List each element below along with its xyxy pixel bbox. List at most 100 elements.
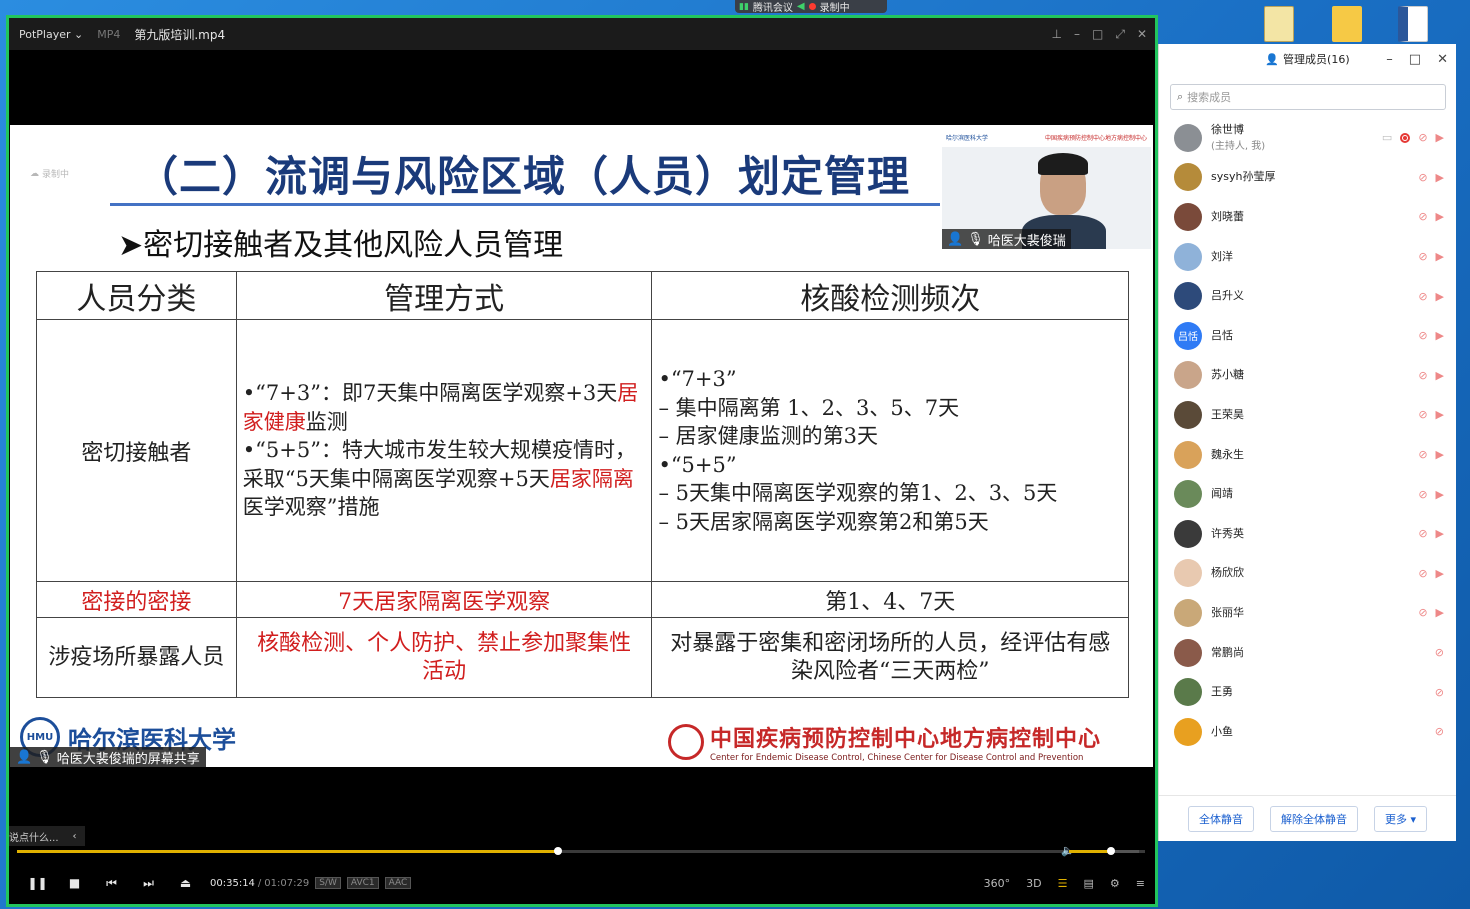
mic-muted-icon[interactable]: ⊘ <box>1418 290 1427 303</box>
member-search-input[interactable]: ⌕ 搜索成员 <box>1170 84 1446 110</box>
player-titlebar[interactable]: PotPlayer ⌄ MP4 第九版培训.mp4 ⊥ – □ ⤢ ✕ <box>9 18 1155 50</box>
mic-muted-icon[interactable]: ⊘ <box>1435 646 1444 659</box>
presenter-video[interactable]: 哈尔滨医科大学 中国疾病预防控制中心地方病控制中心 👤 🎙 哈医大裴俊瑞 <box>940 127 1153 251</box>
mute-all-button[interactable]: 全体静音 <box>1187 805 1254 832</box>
list-item[interactable]: 刘晓蕾 ⊘ ▶ <box>1159 197 1456 237</box>
camera-off-icon[interactable]: ▶ <box>1436 171 1444 184</box>
stop-button[interactable]: ■ <box>56 876 93 890</box>
minimize-button[interactable]: – <box>1074 27 1080 41</box>
player-menu-button[interactable]: PotPlayer ⌄ <box>19 28 83 41</box>
avatar <box>1174 440 1202 469</box>
list-item[interactable]: 魏永生 ⊘ ▶ <box>1159 435 1456 475</box>
audio-codec-badge[interactable]: AAC <box>384 877 412 889</box>
camera-off-icon[interactable]: ▶ <box>1436 488 1444 501</box>
list-item[interactable]: 徐世博 (主持人, 我) ▭ ⊘ ▶ <box>1159 118 1456 158</box>
unmute-all-button[interactable]: 解除全体静音 <box>1269 805 1358 832</box>
cloud-icon: ☁ <box>30 168 39 179</box>
mic-muted-icon[interactable]: ⊘ <box>1418 171 1427 184</box>
list-item[interactable]: 吕升义 ⊘ ▶ <box>1159 276 1456 316</box>
next-button[interactable]: ⏭ <box>130 876 167 891</box>
previous-button[interactable]: ⏮ <box>93 876 130 891</box>
camera-off-icon[interactable]: ▶ <box>1436 290 1444 303</box>
mic-muted-icon[interactable]: ⊘ <box>1418 131 1427 144</box>
mic-muted-icon[interactable]: ⊘ <box>1418 369 1427 382</box>
mic-muted-icon[interactable]: ⊘ <box>1435 686 1444 699</box>
camera-off-icon[interactable]: ▶ <box>1436 131 1444 144</box>
chat-input-tab[interactable]: 说点什么... ‹ <box>9 826 85 846</box>
list-item[interactable]: 常鹏尚 ⊘ <box>1159 633 1456 673</box>
mic-muted-icon[interactable]: ⊘ <box>1418 527 1427 540</box>
pin-icon[interactable]: ⊥ <box>1052 27 1062 41</box>
mic-muted-icon[interactable]: ⊘ <box>1418 488 1427 501</box>
seek-bar[interactable] <box>17 847 1145 855</box>
list-item[interactable]: sysyh孙莹厚 ⊘ ▶ <box>1159 158 1456 198</box>
mic-muted-icon[interactable]: ⊘ <box>1418 408 1427 421</box>
file-icon[interactable] <box>1264 6 1296 44</box>
mic-muted-icon[interactable]: ⊘ <box>1435 725 1444 738</box>
list-item[interactable]: 杨欣欣 ⊘ ▶ <box>1159 554 1456 594</box>
camera-off-icon[interactable]: ▶ <box>1436 210 1444 223</box>
settings-gear-icon[interactable]: ⚙ <box>1110 877 1120 890</box>
maximize-button[interactable]: □ <box>1409 52 1421 67</box>
playback-controls: ❚❚ ■ ⏮ ⏭ ⏏ 00:35:14 / 01:07:29 S/W AVC1 … <box>9 868 1155 898</box>
cdc-footer: 中国疾病预防控制中心地方病控制中心 Center for Endemic Dis… <box>668 721 1101 763</box>
chapter-icon[interactable]: ▤ <box>1084 877 1094 890</box>
playlist-icon[interactable]: ☰ <box>1058 877 1068 890</box>
mic-muted-icon[interactable]: ⊘ <box>1418 210 1427 223</box>
list-item[interactable]: 刘洋 ⊘ ▶ <box>1159 237 1456 277</box>
recording-label: 录制中 <box>819 3 850 14</box>
video-codec-badge[interactable]: AVC1 <box>346 877 379 889</box>
maximize-button[interactable]: □ <box>1092 27 1103 41</box>
camera-off-icon[interactable]: ▶ <box>1436 527 1444 540</box>
potplayer-window[interactable]: PotPlayer ⌄ MP4 第九版培训.mp4 ⊥ – □ ⤢ ✕ ☁ 录制中… <box>6 15 1158 907</box>
row3-category: 涉疫场所暴露人员 <box>36 617 237 698</box>
camera-off-icon[interactable]: ▶ <box>1436 408 1444 421</box>
camera-off-icon[interactable]: ▶ <box>1436 329 1444 342</box>
mic-muted-icon[interactable]: ⊘ <box>1418 250 1427 263</box>
mic-muted-icon[interactable]: ⊘ <box>1418 567 1427 580</box>
pause-button[interactable]: ❚❚ <box>19 876 56 890</box>
members-icon: 👤 <box>1265 52 1280 66</box>
word-document-icon[interactable] <box>1398 6 1430 44</box>
folder-icon[interactable] <box>1332 6 1364 44</box>
mic-muted-icon[interactable]: ⊘ <box>1418 606 1427 619</box>
management-table: 人员分类 管理方式 核酸检测频次 密切接触者 •“7+3”：即7天集中隔离医学观… <box>36 271 1129 698</box>
mic-muted-icon[interactable]: ⊘ <box>1418 329 1427 342</box>
volume-handle[interactable] <box>1107 847 1115 855</box>
list-item[interactable]: 吕恬 吕恬 ⊘ ▶ <box>1159 316 1456 356</box>
more-button[interactable]: 更多 ▾ <box>1373 805 1428 832</box>
camera-off-icon[interactable]: ▶ <box>1436 606 1444 619</box>
row1-testing: •“7+3” – 集中隔离第 1、2、3、5、7天 – 居家健康监测的第3天 •… <box>651 319 1129 582</box>
camera-off-icon[interactable]: ▶ <box>1436 369 1444 382</box>
list-item[interactable]: 王勇 ⊘ <box>1159 672 1456 712</box>
panel-title: 管理成员(16) <box>1283 53 1350 66</box>
list-item[interactable]: 张丽华 ⊘ ▶ <box>1159 593 1456 633</box>
decoder-badge[interactable]: S/W <box>315 877 341 889</box>
chevron-left-icon[interactable]: ‹ <box>73 831 77 842</box>
vr-360-button[interactable]: 360° <box>984 877 1011 890</box>
camera-off-icon[interactable]: ▶ <box>1436 567 1444 580</box>
avatar <box>1174 400 1202 429</box>
table-row: 涉疫场所暴露人员 核酸检测、个人防护、禁止参加聚集性活动 对暴露于密集和密闭场所… <box>36 617 1129 698</box>
menu-icon[interactable]: ≡ <box>1136 877 1145 890</box>
minimize-button[interactable]: – <box>1386 52 1393 67</box>
3d-button[interactable]: 3D <box>1026 877 1041 890</box>
fullscreen-button[interactable]: ⤢ <box>1115 27 1125 42</box>
list-item[interactable]: 闻靖 ⊘ ▶ <box>1159 474 1456 514</box>
close-button[interactable]: ✕ <box>1137 27 1147 41</box>
camera-off-icon[interactable]: ▶ <box>1436 250 1444 263</box>
list-item[interactable]: 小鱼 ⊘ <box>1159 712 1456 752</box>
close-button[interactable]: ✕ <box>1437 52 1448 67</box>
list-item[interactable]: 苏小糖 ⊘ ▶ <box>1159 356 1456 396</box>
seek-handle[interactable] <box>554 847 562 855</box>
recording-icon <box>808 3 816 10</box>
eject-button[interactable]: ⏏ <box>167 876 204 890</box>
list-item[interactable]: 王荣昊 ⊘ ▶ <box>1159 395 1456 435</box>
volume-slider[interactable] <box>1069 847 1139 855</box>
screen-share-icon[interactable]: ▭ <box>1382 131 1392 144</box>
meeting-status-bar[interactable]: ▮▮ 腾讯会议 ◀ 录制中 <box>735 0 887 14</box>
mic-muted-icon[interactable]: ⊘ <box>1418 448 1427 461</box>
list-item[interactable]: 许秀英 ⊘ ▶ <box>1159 514 1456 554</box>
avatar <box>1174 519 1202 548</box>
camera-off-icon[interactable]: ▶ <box>1436 448 1444 461</box>
